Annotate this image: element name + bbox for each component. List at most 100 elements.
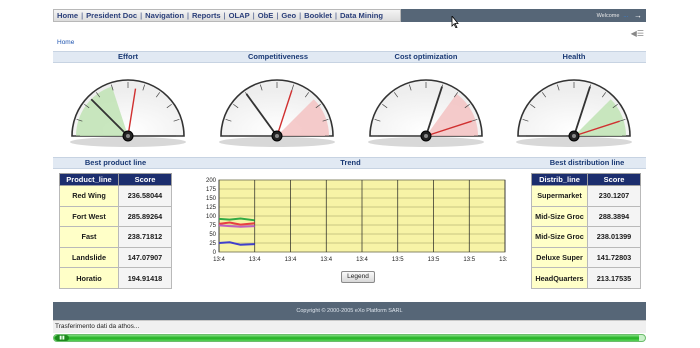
distrib-line-header[interactable]: Distrib_line	[531, 173, 588, 186]
nav-separator: |	[223, 11, 226, 20]
gauge-title-cost-optimization: Cost optimization	[394, 52, 458, 61]
score-header[interactable]: Score	[587, 173, 641, 186]
nav-separator: |	[299, 11, 302, 20]
table-row: Deluxe Super 141.72803	[531, 246, 641, 269]
distribution-table: Distrib_line Score Supermarket 230.1207 Mi…	[531, 173, 641, 289]
best-product-title: Best product line	[84, 158, 147, 167]
user-bar: Welcome ... →	[401, 9, 646, 22]
category-cell[interactable]: Mid-Size Groc	[531, 205, 588, 228]
gauge-title-effort: Effort	[118, 52, 138, 61]
category-cell[interactable]: Deluxe Super	[531, 246, 588, 269]
table-row: Fast 238.71812	[59, 226, 172, 248]
nav-link-reports[interactable]: Reports	[192, 11, 221, 20]
progress-bar: ▮▮	[53, 334, 646, 342]
score-cell: 288.3894	[587, 205, 641, 228]
score-cell: 238.71812	[118, 226, 172, 248]
trend-series-line	[218, 224, 255, 228]
table-row: Red Wing 236.58044	[59, 185, 172, 207]
category-cell[interactable]: Landslide	[59, 246, 119, 269]
score-cell: 285.89264	[118, 205, 172, 228]
score-header[interactable]: Score	[118, 173, 172, 186]
table-row: Mid-Size Groc 238.01399	[531, 226, 641, 248]
product-line-header[interactable]: Product_line	[59, 173, 119, 186]
y-tick-label: 125	[206, 205, 217, 211]
gauge-cost-optimization	[368, 79, 484, 147]
score-cell: 141.72803	[587, 246, 641, 269]
nav-link-booklet[interactable]: Booklet	[304, 11, 332, 20]
x-tick-label: 13:4	[249, 257, 261, 263]
category-cell[interactable]: Supermarket	[531, 185, 588, 207]
breadcrumb[interactable]: Home	[57, 39, 74, 46]
toolstrip: ◀☰	[53, 29, 646, 38]
score-cell: 213.17535	[587, 267, 641, 289]
nav-link-obe[interactable]: ObE	[258, 11, 274, 20]
y-tick-label: 75	[209, 223, 216, 229]
x-tick-label: 13:5	[428, 257, 440, 263]
x-tick-label: 13:5	[392, 257, 404, 263]
table-row: Horatio 194.91418	[59, 267, 172, 289]
progress-fill	[54, 335, 640, 341]
nav-separator: |	[81, 11, 84, 20]
y-tick-label: 175	[206, 187, 217, 193]
logout-arrow-icon[interactable]: →	[634, 11, 642, 20]
copyright-text: Copyright © 2000-2005 eXo Platform SARL	[296, 308, 403, 314]
nav-link-home[interactable]: Home	[57, 11, 78, 20]
category-cell[interactable]: HeadQuarters	[531, 267, 588, 289]
x-tick-label: 13:5	[463, 257, 475, 263]
y-tick-label: 150	[206, 196, 217, 202]
nav-separator: |	[186, 11, 189, 20]
nav-link-president-doc[interactable]: President Doc	[86, 11, 137, 20]
dashboard-window: Home | President Doc | Navigation | Reports | OL…	[53, 6, 646, 342]
user-link[interactable]: ...	[623, 13, 628, 19]
gauge-title-health: Health	[562, 52, 586, 61]
gauge-hub-center	[126, 134, 130, 138]
nav-link-data-mining[interactable]: Data Mining	[340, 11, 383, 20]
footer: Copyright © 2000-2005 eXo Platform SARL	[53, 302, 646, 320]
trend-chart: 0 25 50 75 100 125 150 175 200 13:4 13:4 13:4 13:4 13…	[206, 178, 507, 263]
nav-link-olap[interactable]: OLAP	[229, 11, 250, 20]
nav-separator: |	[252, 11, 255, 20]
best-distribution-title: Best distribution line	[549, 158, 625, 167]
category-cell[interactable]: Fast	[59, 226, 119, 248]
x-tick-label: 13:4	[356, 257, 368, 263]
nav-separator: |	[334, 11, 337, 20]
table-row: Landslide 147.07907	[59, 246, 172, 269]
speaker-icon[interactable]: ◀☰	[631, 29, 644, 38]
y-tick-label: 25	[209, 241, 216, 247]
table-row: Fort West 285.89264	[59, 205, 172, 228]
trend-title: Trend	[340, 158, 361, 167]
welcome-text: Welcome	[596, 12, 620, 19]
score-cell: 236.58044	[118, 185, 172, 207]
category-cell[interactable]: Horatio	[59, 267, 119, 289]
gauge-effort	[70, 79, 186, 147]
top-navigation: Home | President Doc | Navigation | Reports | OL…	[53, 9, 646, 22]
y-tick-label: 50	[209, 232, 216, 238]
table-row: Supermarket 230.1207	[531, 185, 641, 207]
x-tick-label: 13:5	[499, 257, 507, 263]
category-cell[interactable]: Red Wing	[59, 185, 119, 207]
nav-separator: |	[276, 11, 279, 20]
legend-button[interactable]: Legend	[341, 271, 375, 283]
gauge-hub-center	[275, 134, 279, 138]
category-cell[interactable]: Fort West	[59, 205, 119, 228]
score-cell: 238.01399	[587, 226, 641, 248]
x-tick-label: 13:4	[320, 257, 332, 263]
table-row: Mid-Size Groc 288.3894	[531, 205, 641, 228]
pause-icon[interactable]: ▮▮	[55, 335, 69, 341]
x-tick-label: 13:4	[285, 257, 297, 263]
nav-links: Home | President Doc | Navigation | Reports | OL…	[53, 9, 401, 22]
score-cell: 147.07907	[118, 246, 172, 269]
gauge-title-competitiveness: Competitiveness	[247, 52, 309, 61]
product-table: Product_line Score Red Wing 236.58044 Fort…	[59, 173, 172, 289]
y-tick-label: 0	[213, 250, 217, 256]
gauge-hub-center	[424, 134, 428, 138]
nav-link-geo[interactable]: Geo	[281, 11, 296, 20]
category-cell[interactable]: Mid-Size Groc	[531, 226, 588, 248]
gauge-hub-center	[572, 134, 576, 138]
score-cell: 230.1207	[587, 185, 641, 207]
gauge-competitiveness	[219, 79, 335, 147]
table-row: HeadQuarters 213.17535	[531, 267, 641, 289]
nav-link-navigation[interactable]: Navigation	[145, 11, 184, 20]
x-tick-label: 13:4	[213, 257, 225, 263]
gauge-health	[516, 79, 632, 147]
